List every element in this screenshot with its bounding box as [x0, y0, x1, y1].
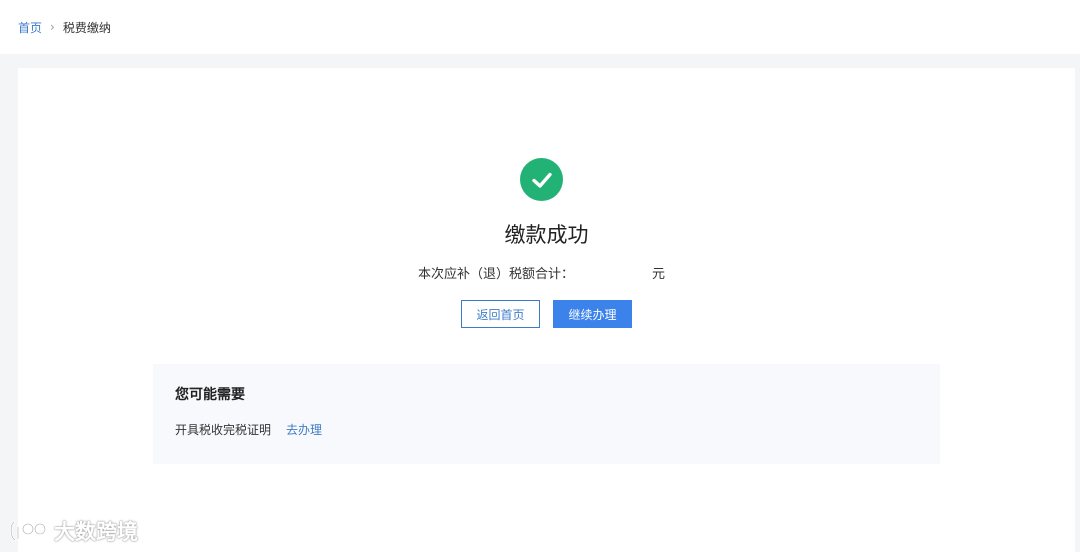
- suggestion-title: 您可能需要: [175, 387, 245, 403]
- amount-label: 本次应补（退）税额合计：: [418, 267, 575, 282]
- go-handle-link[interactable]: 去办理: [286, 421, 322, 438]
- return-home-button[interactable]: 返回首页: [461, 300, 540, 328]
- suggestion-item-label: 开具税收完税证明: [175, 423, 272, 437]
- breadcrumb-separator-icon: ›: [50, 20, 55, 34]
- amount-unit: 元: [652, 267, 666, 282]
- suggestion-item: 开具税收完税证明 去办理: [175, 421, 322, 438]
- breadcrumb-home-link[interactable]: 首页: [18, 19, 42, 36]
- check-circle-icon: [520, 158, 563, 201]
- breadcrumb-current: 税费缴纳: [62, 20, 111, 35]
- watermark-text: 大数跨境: [54, 520, 138, 544]
- watermark-logo: 大数跨境: [8, 516, 138, 546]
- watermark-icon: [9, 520, 47, 542]
- suggestion-panel: 您可能需要 开具税收完税证明 去办理: [153, 364, 940, 464]
- breadcrumb: 首页 › 税费缴纳: [0, 0, 1080, 54]
- amount-summary: 本次应补（退）税额合计： 元: [418, 263, 665, 282]
- continue-button[interactable]: 继续办理: [553, 300, 632, 328]
- result-card: 缴款成功 本次应补（退）税额合计： 元 返回首页 继续办理 您可能需要 开具税收完…: [18, 68, 1075, 552]
- result-title: 缴款成功: [504, 223, 589, 247]
